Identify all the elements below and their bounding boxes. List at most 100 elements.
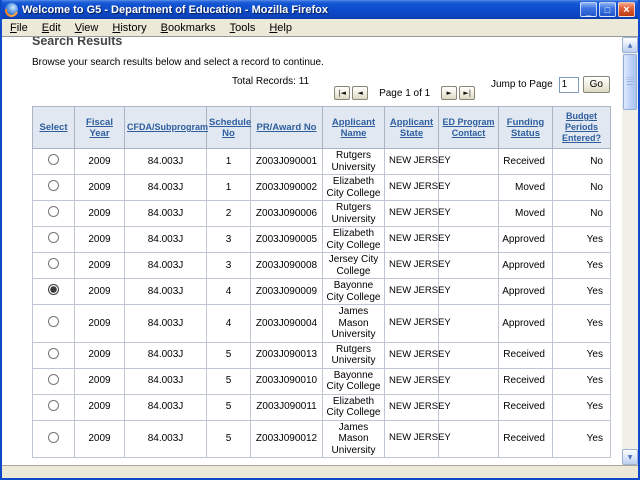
pager-controls: |◄ ◄ Page 1 of 1 ► ►| <box>333 86 476 100</box>
cell-applicant-state: NEW JERSEY <box>385 253 439 279</box>
column-sort-link[interactable]: Fiscal Year <box>86 117 113 139</box>
page-title: Search Results <box>32 37 622 48</box>
cell-select <box>33 305 75 343</box>
cell-select <box>33 394 75 420</box>
vertical-scrollbar[interactable]: ▲ ▼ <box>622 37 638 465</box>
cell-applicant-state: NEW JERSEY <box>385 368 439 394</box>
table-row: 2009 84.003J 2 Z003J090006 Rutgers Unive… <box>33 201 611 227</box>
previous-page-button[interactable]: ◄ <box>352 86 368 100</box>
cell-applicant-name: Elizabeth City College <box>323 175 385 201</box>
menu-item-file[interactable]: File <box>3 21 35 35</box>
next-page-icon: ► <box>447 89 452 97</box>
column-sort-link[interactable]: Applicant Name <box>332 117 375 139</box>
cell-budget-periods-entered: No <box>553 149 611 175</box>
status-bar <box>2 465 638 478</box>
menu-item-view[interactable]: View <box>68 21 106 35</box>
cell-select <box>33 253 75 279</box>
cell-funding-status: Approved <box>499 227 553 253</box>
column-header-applicant-state: Applicant State <box>385 107 439 149</box>
cell-cfda-subprogram: 84.003J <box>125 175 207 201</box>
select-record-radio[interactable] <box>48 348 59 359</box>
column-sort-link[interactable]: Applicant State <box>390 117 433 139</box>
cell-schedule-no: 4 <box>207 279 251 305</box>
cell-applicant-name: Jersey City College <box>323 253 385 279</box>
cell-applicant-name: Rutgers University <box>323 149 385 175</box>
browser-content: Search Results Browse your search result… <box>2 36 638 465</box>
column-sort-link[interactable]: Select <box>40 122 68 133</box>
cell-pr-award-no: Z003J090011 <box>251 394 323 420</box>
cell-select <box>33 175 75 201</box>
column-sort-link[interactable]: ED Program Contact <box>442 117 494 138</box>
jump-to-page-input[interactable] <box>559 77 579 93</box>
column-sort-link[interactable]: CFDA/Subprogram <box>127 122 208 132</box>
cell-applicant-state: NEW JERSEY <box>385 201 439 227</box>
menu-item-tools[interactable]: Tools <box>223 21 263 35</box>
menu-item-history[interactable]: History <box>105 21 153 35</box>
select-record-radio[interactable] <box>48 374 59 385</box>
cell-fiscal-year: 2009 <box>75 201 125 227</box>
cell-applicant-state: NEW JERSEY <box>385 149 439 175</box>
go-button[interactable]: Go <box>583 76 610 93</box>
maximize-icon: □ <box>605 5 610 15</box>
cell-funding-status: Received <box>499 342 553 368</box>
column-header-ed-program-contact: ED Program Contact <box>439 107 499 149</box>
scroll-up-button[interactable]: ▲ <box>622 37 638 53</box>
select-record-radio[interactable] <box>48 154 59 165</box>
last-page-button[interactable]: ►| <box>459 86 475 100</box>
cell-select <box>33 201 75 227</box>
cell-applicant-name: Bayonne City College <box>323 368 385 394</box>
cell-cfda-subprogram: 84.003J <box>125 368 207 394</box>
scrollbar-thumb[interactable] <box>623 54 637 110</box>
select-record-radio[interactable] <box>48 180 59 191</box>
select-record-radio[interactable] <box>48 316 59 327</box>
column-header-select: Select <box>33 107 75 149</box>
scroll-down-button[interactable]: ▼ <box>622 449 638 465</box>
close-button[interactable]: × <box>618 2 635 17</box>
cell-cfda-subprogram: 84.003J <box>125 279 207 305</box>
menu-item-help[interactable]: Help <box>262 21 299 35</box>
table-row: 2009 84.003J 5 Z003J090010 Bayonne City … <box>33 368 611 394</box>
table-row: 2009 84.003J 5 Z003J090012 James Mason U… <box>33 420 611 458</box>
cell-schedule-no: 5 <box>207 342 251 368</box>
cell-fiscal-year: 2009 <box>75 342 125 368</box>
next-page-button[interactable]: ► <box>441 86 457 100</box>
page-info-label: Page 1 of 1 <box>379 88 430 99</box>
column-sort-link[interactable]: Budget Periods Entered? <box>562 111 601 143</box>
cell-pr-award-no: Z003J090010 <box>251 368 323 394</box>
menu-item-bookmarks[interactable]: Bookmarks <box>154 21 223 35</box>
cell-cfda-subprogram: 84.003J <box>125 149 207 175</box>
maximize-button[interactable]: □ <box>599 2 616 17</box>
select-record-radio[interactable] <box>48 432 59 443</box>
cell-fiscal-year: 2009 <box>75 175 125 201</box>
column-header-applicant-name: Applicant Name <box>323 107 385 149</box>
first-page-button[interactable]: |◄ <box>334 86 350 100</box>
cell-select <box>33 227 75 253</box>
pagination-top: Total Records: 11 |◄ ◄ Page 1 of 1 ► ►| … <box>32 76 610 100</box>
cell-funding-status: Received <box>499 394 553 420</box>
cell-fiscal-year: 2009 <box>75 420 125 458</box>
minimize-button[interactable]: _ <box>580 2 597 17</box>
select-record-radio[interactable] <box>48 258 59 269</box>
menu-item-edit[interactable]: Edit <box>35 21 68 35</box>
cell-applicant-state: NEW JERSEY <box>385 175 439 201</box>
column-sort-link[interactable]: Funding Status <box>507 117 544 139</box>
cell-pr-award-no: Z003J090009 <box>251 279 323 305</box>
select-record-radio[interactable] <box>48 206 59 217</box>
close-icon: × <box>623 4 629 16</box>
cell-applicant-state: NEW JERSEY <box>385 342 439 368</box>
table-row: 2009 84.003J 4 Z003J090004 James Mason U… <box>33 305 611 343</box>
column-sort-link[interactable]: Schedule No <box>209 117 251 139</box>
column-header-budget-periods-entered: Budget Periods Entered? <box>553 107 611 149</box>
cell-schedule-no: 2 <box>207 201 251 227</box>
select-record-radio[interactable] <box>48 400 59 411</box>
search-results-table: Select Fiscal Year CFDA/SubprogramSchedule… <box>32 106 611 458</box>
select-record-radio[interactable] <box>48 232 59 243</box>
column-sort-link[interactable]: PR/Award No <box>256 122 316 133</box>
first-page-icon: |◄ <box>338 89 346 97</box>
cell-fiscal-year: 2009 <box>75 227 125 253</box>
cell-applicant-name: James Mason University <box>323 305 385 343</box>
cell-applicant-name: Rutgers University <box>323 342 385 368</box>
cell-select <box>33 368 75 394</box>
cell-applicant-name: Bayonne City College <box>323 279 385 305</box>
select-record-radio[interactable] <box>48 284 59 295</box>
